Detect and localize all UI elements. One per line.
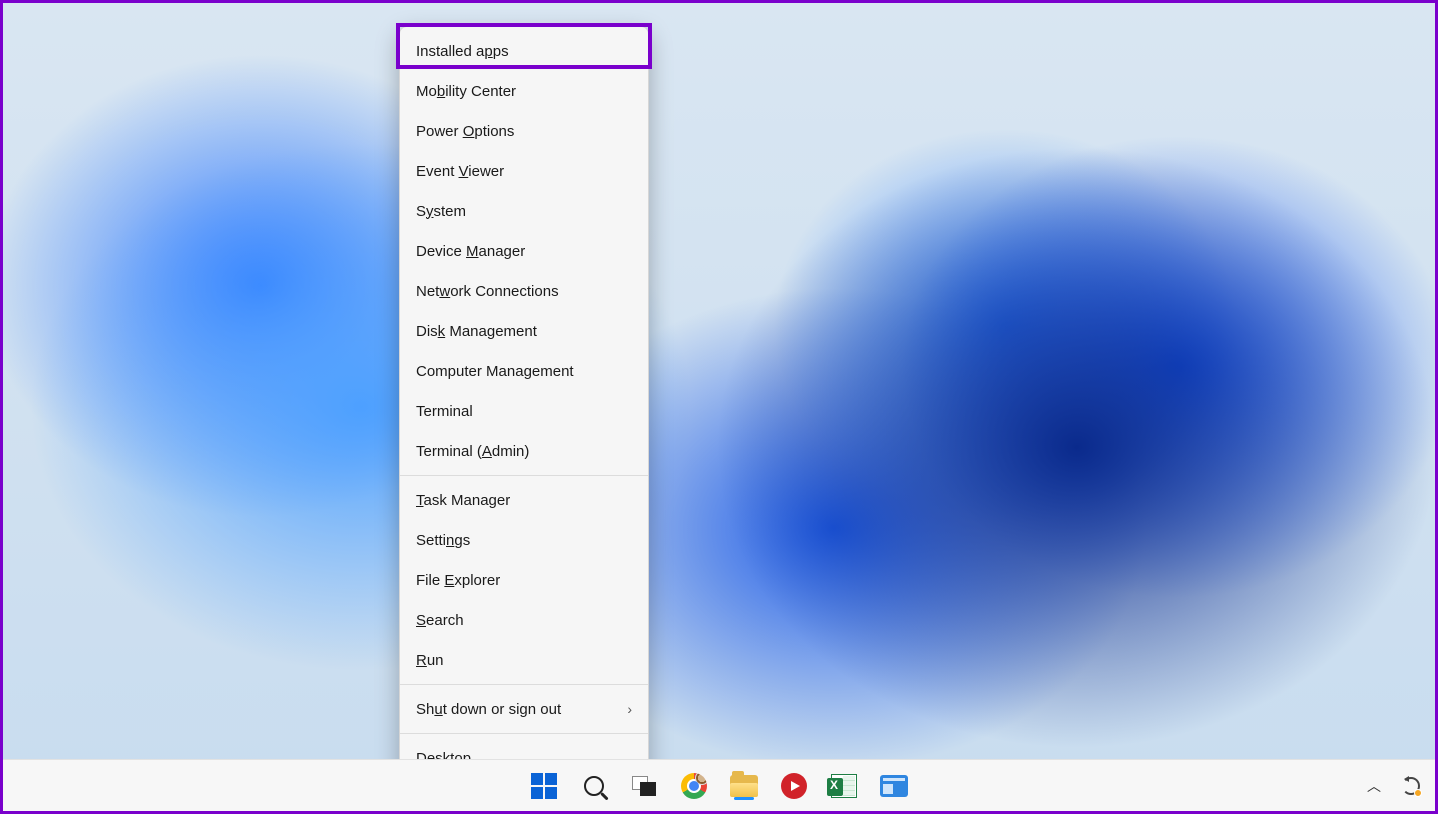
winx-context-menu: Installed apps Mobility Center Power Optio…: [399, 26, 649, 783]
menu-item-label: Settings: [416, 532, 470, 549]
file-explorer-icon: [730, 775, 758, 797]
red-app[interactable]: [780, 772, 808, 800]
menu-item-terminal[interactable]: Terminal: [400, 391, 648, 431]
menu-item-device-manager[interactable]: Device Manager: [400, 231, 648, 271]
menu-separator: [400, 475, 648, 476]
menu-item-label: Shut down or sign out: [416, 701, 561, 718]
window-app[interactable]: [880, 772, 908, 800]
window-icon: [880, 775, 908, 797]
menu-item-file-explorer[interactable]: File Explorer: [400, 560, 648, 600]
menu-item-installed-apps[interactable]: Installed apps: [400, 31, 648, 71]
menu-item-label: Mobility Center: [416, 83, 516, 100]
menu-item-run[interactable]: Run: [400, 640, 648, 680]
menu-item-label: System: [416, 203, 466, 220]
start-icon: [531, 773, 557, 799]
menu-item-label: Search: [416, 612, 464, 629]
menu-item-event-viewer[interactable]: Event Viewer: [400, 151, 648, 191]
menu-item-label: Computer Management: [416, 363, 574, 380]
task-view-button[interactable]: [630, 772, 658, 800]
menu-item-disk-management[interactable]: Disk Management: [400, 311, 648, 351]
search-button[interactable]: [580, 772, 608, 800]
system-tray: ︿: [1361, 772, 1421, 800]
red-icon: [781, 773, 807, 799]
menu-item-label: Disk Management: [416, 323, 537, 340]
task-view-icon: [632, 776, 656, 796]
menu-item-label: Terminal (Admin): [416, 443, 529, 460]
menu-item-settings[interactable]: Settings: [400, 520, 648, 560]
search-icon: [584, 776, 604, 796]
menu-item-label: Installed apps: [416, 43, 509, 60]
taskbar: ︿: [3, 759, 1435, 811]
excel-icon: [831, 774, 857, 798]
taskbar-center: [530, 772, 908, 800]
desktop-wallpaper: [3, 3, 1435, 811]
menu-item-task-manager[interactable]: Task Manager: [400, 480, 648, 520]
menu-item-label: Run: [416, 652, 444, 669]
menu-item-label: Event Viewer: [416, 163, 504, 180]
menu-item-label: Task Manager: [416, 492, 510, 509]
chrome-app[interactable]: [680, 772, 708, 800]
menu-item-label: Device Manager: [416, 243, 525, 260]
menu-item-power-options[interactable]: Power Options: [400, 111, 648, 151]
menu-item-terminal-admin[interactable]: Terminal (Admin): [400, 431, 648, 471]
start-button[interactable]: [530, 772, 558, 800]
chrome-icon: [681, 773, 707, 799]
menu-item-search[interactable]: Search: [400, 600, 648, 640]
menu-item-system[interactable]: System: [400, 191, 648, 231]
menu-item-computer-management[interactable]: Computer Management: [400, 351, 648, 391]
menu-item-label: File Explorer: [416, 572, 500, 589]
menu-item-label: Network Connections: [416, 283, 559, 300]
menu-item-network-connections[interactable]: Network Connections: [400, 271, 648, 311]
menu-separator: [400, 684, 648, 685]
tray-overflow-chevron-icon[interactable]: ︿: [1361, 772, 1387, 800]
excel-app[interactable]: [830, 772, 858, 800]
menu-item-shut-down[interactable]: Shut down or sign out ›: [400, 689, 648, 729]
menu-separator: [400, 733, 648, 734]
file-explorer-app[interactable]: [730, 772, 758, 800]
menu-item-mobility-center[interactable]: Mobility Center: [400, 71, 648, 111]
chevron-right-icon: ›: [627, 701, 632, 717]
menu-item-label: Terminal: [416, 403, 473, 420]
windows-update-icon[interactable]: [1401, 776, 1421, 796]
menu-item-label: Power Options: [416, 123, 514, 140]
